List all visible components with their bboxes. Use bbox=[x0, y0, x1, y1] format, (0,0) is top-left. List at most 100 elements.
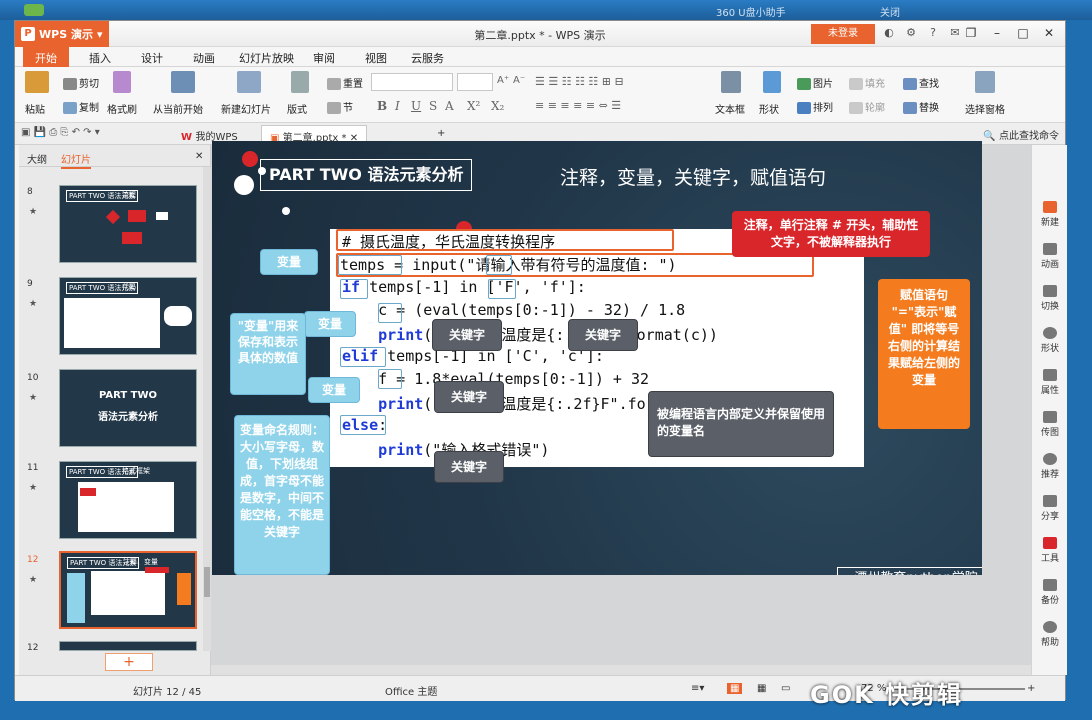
reset-button[interactable]: 重置 bbox=[327, 75, 363, 90]
format-brush-icon[interactable] bbox=[113, 71, 131, 93]
tab-home[interactable]: 开始 bbox=[23, 47, 69, 67]
slide-12[interactable]: PART TWO 语法元素分析 注释，变量，关键字，赋值语句 # 摄氏温度，华氏… bbox=[212, 141, 982, 575]
sidebar-shape[interactable]: 形状 bbox=[1032, 327, 1068, 354]
bold-icon[interactable]: B bbox=[377, 99, 387, 113]
tab-review[interactable]: 审阅 bbox=[313, 50, 335, 66]
sidebar-tools[interactable]: 工具 bbox=[1032, 537, 1068, 564]
tab-slides[interactable]: 幻灯片 bbox=[61, 151, 91, 169]
desktop-right-text[interactable]: 关闭 bbox=[880, 4, 900, 19]
notes-icon[interactable]: ≡▾ bbox=[691, 683, 704, 694]
strikethrough-icon[interactable]: S bbox=[429, 99, 437, 113]
font-shrink-button[interactable]: A⁻ bbox=[513, 75, 525, 86]
tab-design[interactable]: 设计 bbox=[141, 50, 163, 66]
sidebar-upload-image[interactable]: 传图 bbox=[1032, 411, 1068, 438]
text-box-button[interactable]: 文本框 bbox=[715, 101, 745, 116]
slide-thumb-10[interactable]: PART TWO 语法元素分析 bbox=[59, 369, 197, 447]
close-panel-icon[interactable]: ✕ bbox=[195, 151, 203, 162]
panel-scrollbar[interactable] bbox=[203, 167, 211, 651]
slide-thumb-12-selected[interactable]: PART TWO 语法元素 注释、变量 bbox=[59, 551, 197, 629]
font-name-combo[interactable] bbox=[371, 73, 453, 91]
from-current-button[interactable]: 从当前开始 bbox=[153, 101, 203, 116]
horizontal-scrollbar[interactable] bbox=[211, 665, 1031, 675]
italic-icon[interactable]: I bbox=[395, 99, 400, 113]
section-button[interactable]: 节 bbox=[327, 99, 353, 114]
superscript-icon[interactable]: X² bbox=[467, 99, 480, 113]
help-icon[interactable]: ? bbox=[925, 25, 941, 41]
arrange-button[interactable]: 排列 bbox=[797, 99, 833, 114]
assignment-note[interactable]: 赋值语句 "="表示"赋值" 即将等号右侧的计算结果赋给左侧的变量 bbox=[878, 279, 970, 429]
font-grow-button[interactable]: A⁺ bbox=[497, 75, 509, 86]
font-color-icon[interactable]: A bbox=[445, 99, 454, 113]
new-slide-button[interactable]: 新建幻灯片 bbox=[221, 101, 271, 116]
select-pane-icon[interactable] bbox=[975, 71, 995, 93]
normal-view-icon[interactable]: ▦ bbox=[727, 683, 743, 694]
skin-icon[interactable]: ◐ bbox=[881, 25, 897, 41]
close-icon[interactable]: ✕ bbox=[1039, 23, 1059, 43]
command-search[interactable]: 🔍 点此查找命令 bbox=[983, 127, 1059, 142]
quick-access-toolbar[interactable]: ▣ 💾 ⎙ ⎘ ↶ ↷ ▾ bbox=[21, 127, 100, 138]
zoom-in-icon[interactable]: + bbox=[1027, 683, 1035, 694]
tab-animation[interactable]: 动画 bbox=[193, 50, 215, 66]
variable-label-c[interactable]: 变量 bbox=[304, 311, 356, 337]
fill-button[interactable]: 填充 bbox=[849, 75, 885, 90]
keyword-label-in[interactable]: 关键字 bbox=[568, 319, 638, 351]
keyword-label-else[interactable]: 关键字 bbox=[434, 451, 504, 483]
tab-insert[interactable]: 插入 bbox=[89, 50, 111, 66]
paste-icon[interactable] bbox=[25, 71, 49, 93]
login-button[interactable]: 未登录 bbox=[811, 24, 875, 44]
chat-app-icon[interactable] bbox=[24, 4, 44, 16]
slide-thumb-next[interactable] bbox=[59, 641, 197, 651]
slide-thumb-11[interactable]: PART TWO 语法元素 格式框架 bbox=[59, 461, 197, 539]
tab-cloud[interactable]: 云服务 bbox=[411, 50, 444, 66]
format-brush-button[interactable]: 格式刷 bbox=[107, 101, 137, 116]
subscript-icon[interactable]: X₂ bbox=[491, 99, 504, 113]
outline-button[interactable]: 轮廓 bbox=[849, 99, 885, 114]
comment-note[interactable]: 注释，单行注释 # 开头，辅助性文字，不被解释器执行 bbox=[732, 211, 930, 257]
tab-view[interactable]: 视图 bbox=[365, 50, 387, 66]
variable-description[interactable]: "变量"用来保存和表示具体的数值 bbox=[230, 313, 306, 395]
sidebar-help[interactable]: 帮助 bbox=[1032, 621, 1068, 648]
add-slide-button[interactable]: + bbox=[105, 653, 153, 671]
shape-icon[interactable] bbox=[763, 71, 781, 93]
layout-button[interactable]: 版式 bbox=[287, 101, 307, 116]
find-button[interactable]: 查找 bbox=[903, 75, 939, 90]
scroll-thumb[interactable] bbox=[204, 567, 210, 597]
copy-button[interactable]: 复制 bbox=[63, 99, 99, 114]
keyword-label-if[interactable]: 关键字 bbox=[432, 319, 502, 351]
keyword-description[interactable]: 被编程语言内部定义并保留使用的变量名 bbox=[648, 391, 834, 457]
cut-button[interactable]: 剪切 bbox=[63, 75, 99, 90]
sidebar-recommend[interactable]: 推荐 bbox=[1032, 453, 1068, 480]
tab-outline[interactable]: 大纲 bbox=[27, 151, 47, 166]
slide-thumb-9[interactable]: PART TWO 语法元素 代码 bbox=[59, 277, 197, 355]
variable-label-temps[interactable]: 变量 bbox=[260, 249, 318, 275]
text-box-icon[interactable] bbox=[721, 71, 741, 93]
sidebar-share[interactable]: 分享 bbox=[1032, 495, 1068, 522]
sidebar-backup[interactable]: 备份 bbox=[1032, 579, 1068, 606]
layout-icon[interactable] bbox=[291, 71, 309, 93]
sidebar-new[interactable]: 新建 bbox=[1032, 201, 1068, 228]
sidebar-properties[interactable]: 属性 bbox=[1032, 369, 1068, 396]
paragraph-tools-row2[interactable]: ≡ ≡ ≡ ≡ ≡ ⇔ ☰ bbox=[535, 99, 621, 112]
tab-slideshow[interactable]: 幻灯片放映 bbox=[239, 50, 294, 66]
replace-button[interactable]: 替换 bbox=[903, 99, 939, 114]
slide-title[interactable]: PART TWO 语法元素分析 bbox=[260, 159, 473, 191]
restore-icon[interactable]: ❐ bbox=[961, 23, 981, 43]
variable-label-f[interactable]: 变量 bbox=[308, 377, 360, 403]
keyword-label-elif[interactable]: 关键字 bbox=[434, 381, 504, 413]
shape-button[interactable]: 形状 bbox=[759, 101, 779, 116]
select-pane-button[interactable]: 选择窗格 bbox=[965, 101, 1005, 116]
picture-button[interactable]: 图片 bbox=[797, 75, 833, 90]
underline-icon[interactable]: U bbox=[411, 99, 421, 113]
paste-button[interactable]: 粘贴 bbox=[25, 101, 45, 116]
sidebar-animation[interactable]: 动画 bbox=[1032, 243, 1068, 270]
settings-icon[interactable]: ⚙ bbox=[903, 25, 919, 41]
minimize-icon[interactable]: – bbox=[987, 23, 1007, 43]
naming-rule-note[interactable]: 变量命名规则：大小写字母，数值，下划线组成，首字母不能是数字，中间不能空格，不能… bbox=[234, 415, 330, 575]
font-size-combo[interactable] bbox=[457, 73, 493, 91]
new-slide-icon[interactable] bbox=[237, 71, 261, 93]
maximize-icon[interactable]: □ bbox=[1013, 23, 1033, 43]
slide-thumb-8[interactable]: PART TWO 语法元素 流程 bbox=[59, 185, 197, 263]
slide-heading[interactable]: 注释，变量，关键字，赋值语句 bbox=[560, 163, 826, 190]
reading-view-icon[interactable]: ▭ bbox=[781, 683, 790, 694]
sorter-view-icon[interactable]: ▦ bbox=[757, 683, 766, 694]
